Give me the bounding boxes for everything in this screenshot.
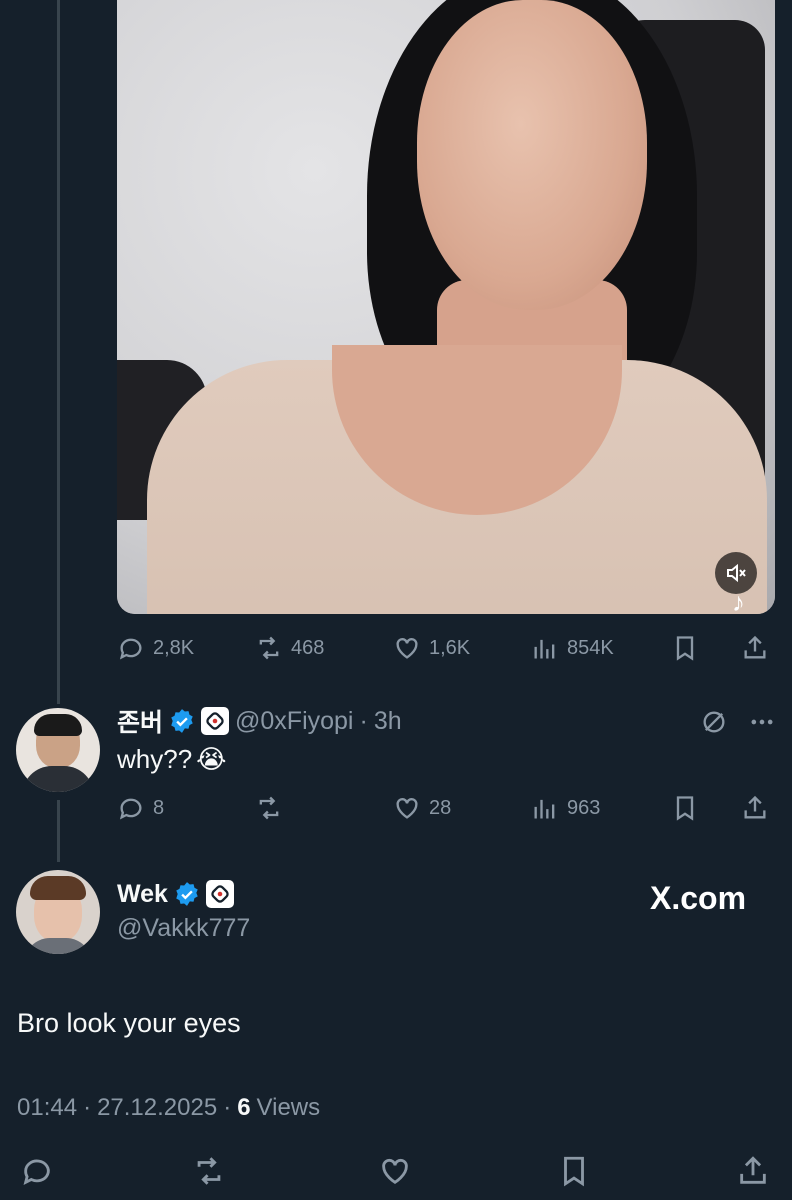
share-icon xyxy=(740,1156,766,1184)
reply-count: 2,8K xyxy=(153,636,195,659)
share-button[interactable] xyxy=(741,634,769,662)
reply-icon xyxy=(23,1159,50,1185)
views-count: 963 xyxy=(567,796,601,819)
share-icon xyxy=(744,635,766,659)
reply-time[interactable]: 3h xyxy=(374,707,402,736)
video-player[interactable]: ♪ xyxy=(117,0,775,614)
repost-icon xyxy=(259,636,279,660)
reply-button[interactable]: 2,8K xyxy=(117,634,194,662)
bookmark-icon xyxy=(564,1156,584,1187)
reply-header: 존버 @0xFiyopi · 3h xyxy=(117,704,402,738)
analytics-icon xyxy=(534,639,555,659)
share-icon xyxy=(744,795,766,819)
tweet-time[interactable]: 01:44 xyxy=(17,1094,77,1122)
bookmark-icon xyxy=(676,796,694,821)
reply-count: 8 xyxy=(153,796,165,819)
share-button[interactable] xyxy=(741,794,769,822)
tiktok-icon: ♪ xyxy=(732,587,745,614)
like-count: 1,6K xyxy=(429,636,471,659)
views-count: 854K xyxy=(567,636,614,659)
bookmark-button[interactable] xyxy=(557,1154,591,1193)
views-button[interactable]: 963 xyxy=(531,794,600,822)
bookmark-icon xyxy=(676,636,694,661)
reply-icon xyxy=(119,798,142,820)
like-button[interactable] xyxy=(378,1154,412,1193)
reply-text: why?? 😭 xyxy=(117,744,227,775)
thread-line-top xyxy=(57,0,60,704)
face-shape xyxy=(417,0,647,310)
repost-icon xyxy=(197,1157,221,1185)
reply-icon xyxy=(119,638,142,660)
verified-badge-icon xyxy=(174,881,200,907)
display-name[interactable]: 존버 xyxy=(117,703,163,739)
views-count: 6 xyxy=(237,1094,251,1121)
reply-button[interactable]: 8 xyxy=(117,794,164,822)
heart-icon xyxy=(396,638,418,659)
bookmark-button[interactable] xyxy=(671,794,699,822)
focus-tweet-actions xyxy=(0,1150,792,1194)
more-options-icon[interactable] xyxy=(748,708,776,736)
heart-icon xyxy=(396,798,418,819)
analytics-icon xyxy=(534,799,555,819)
display-name[interactable]: Wek xyxy=(117,880,168,909)
like-button[interactable]: 1,6K xyxy=(393,634,470,662)
verified-badge-icon xyxy=(169,708,195,734)
reply-tweet-actions: 8 28 963 xyxy=(117,788,777,828)
reply-button[interactable] xyxy=(20,1154,54,1193)
meta-separator: · xyxy=(359,706,368,735)
views-label: Views xyxy=(256,1094,321,1121)
affiliate-badge-icon xyxy=(201,707,230,735)
repost-button[interactable]: 468 xyxy=(255,634,324,662)
reply-text-content: why?? xyxy=(117,744,193,774)
user-handle[interactable]: @0xFiyopi xyxy=(235,707,353,736)
grok-icon[interactable] xyxy=(700,708,728,736)
x-com-watermark: X.com xyxy=(650,880,747,916)
meta-separator: · xyxy=(83,1094,92,1121)
bookmark-button[interactable] xyxy=(671,634,699,662)
heart-icon xyxy=(382,1158,408,1185)
repost-button[interactable] xyxy=(192,1154,226,1193)
tweet-date[interactable]: 27.12.2025 xyxy=(97,1094,217,1122)
tweet-meta: 01:44 · 27.12.2025 · 6 Views xyxy=(17,1094,320,1122)
focus-tweet-text: Bro look your eyes xyxy=(17,1008,241,1038)
media-tweet-actions: 2,8K 468 1,6K 854K xyxy=(117,628,777,668)
views-button[interactable]: 854K xyxy=(531,634,614,662)
repost-count: 468 xyxy=(291,636,325,659)
focus-header: Wek xyxy=(117,876,234,912)
avatar[interactable] xyxy=(16,870,100,954)
affiliate-badge-icon xyxy=(205,880,234,908)
user-handle[interactable]: @Vakkk777 xyxy=(117,914,250,943)
share-button[interactable] xyxy=(736,1154,770,1193)
like-count: 28 xyxy=(429,796,452,819)
meta-separator: · xyxy=(223,1094,232,1121)
repost-icon xyxy=(259,796,279,820)
like-button[interactable]: 28 xyxy=(393,794,451,822)
crying-emoji: 😭 xyxy=(196,744,227,774)
repost-button[interactable] xyxy=(255,794,291,822)
avatar[interactable] xyxy=(16,708,100,792)
thread-line-middle xyxy=(57,800,60,862)
